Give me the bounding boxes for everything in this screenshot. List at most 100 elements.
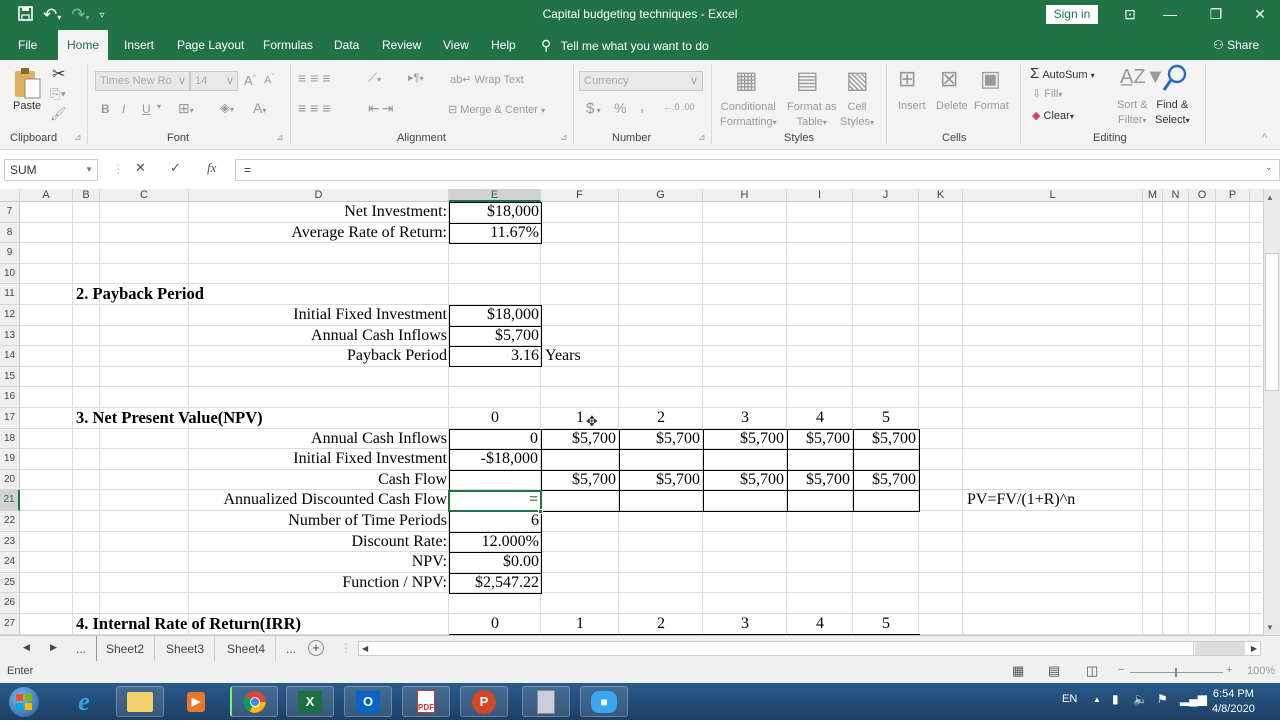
select-all-corner[interactable] <box>0 189 20 202</box>
vertical-scroll-thumb[interactable] <box>1265 253 1279 391</box>
row-header-9[interactable]: 9 <box>0 243 20 264</box>
cell-styles-button[interactable]: Cell Styles▾ <box>840 100 874 130</box>
font-color-icon[interactable]: A▾ <box>253 100 266 116</box>
italic-button[interactable]: I <box>122 102 125 116</box>
borders-icon[interactable]: ⊞▾ <box>178 100 194 117</box>
find-magnifier-icon[interactable] <box>1161 63 1189 96</box>
tab-view[interactable]: View <box>434 30 478 60</box>
cell-d13[interactable]: Annual Cash Inflows <box>189 326 449 346</box>
dialog-launcher-icon[interactable]: ⊿ <box>698 132 706 143</box>
cell-b27-heading[interactable]: 4. Internal Rate of Return(IRR) <box>74 614 303 634</box>
cell-i17-period[interactable]: 4 <box>787 408 853 428</box>
row-header-15[interactable]: 15 <box>0 366 20 388</box>
column-header-o[interactable]: O <box>1189 189 1216 202</box>
copy-icon[interactable]: ⎘▾ <box>50 86 66 102</box>
conditional-formatting-button[interactable]: Conditional Formatting▾ <box>720 100 777 130</box>
cell-d23[interactable]: Discount Rate: <box>189 532 449 552</box>
sheet-tab-sheet4[interactable]: Sheet4 <box>217 636 277 662</box>
row-header-8[interactable]: 8 <box>0 222 20 244</box>
formula-input[interactable]: = <box>235 159 1280 181</box>
calculator-icon[interactable] <box>522 686 570 717</box>
scroll-right-icon[interactable]: ▶ <box>1251 642 1257 655</box>
cell-d25[interactable]: Function / NPV: <box>189 573 449 593</box>
cell-d19[interactable]: Initial Fixed Investment <box>189 449 449 469</box>
volume-icon[interactable]: 🔈 <box>1133 692 1148 706</box>
cell-d21[interactable]: Annualized Discounted Cash Flow <box>189 490 449 510</box>
tab-file[interactable]: File <box>9 30 46 60</box>
outlook-icon[interactable]: O <box>344 686 392 717</box>
column-header-c[interactable]: C <box>100 189 189 202</box>
scroll-left-icon[interactable]: ◀ <box>362 642 368 655</box>
column-header-l[interactable]: L <box>963 189 1143 202</box>
zoom-in-button[interactable]: + <box>1226 664 1232 676</box>
fill-button[interactable]: ⇩ Fill▾ <box>1032 87 1062 100</box>
sort-filter-button[interactable]: Sort & Filter▾ <box>1117 98 1148 128</box>
increase-font-icon[interactable]: A^ <box>244 73 256 88</box>
row-header-26[interactable]: 26 <box>0 593 20 614</box>
sheet-tabs-more-left[interactable]: ... <box>66 636 98 662</box>
active-cell-e21[interactable] <box>448 490 542 512</box>
fill-handle[interactable] <box>538 509 543 514</box>
cell-d7[interactable]: Net Investment: <box>189 202 449 222</box>
scroll-down-icon[interactable]: ▼ <box>1266 623 1274 632</box>
zoom-slider[interactable] <box>1130 668 1223 677</box>
restore-button[interactable]: ❐ <box>1206 6 1226 23</box>
row-header-12[interactable]: 12 <box>0 305 20 326</box>
increase-decimal-icon[interactable]: ←.0 .00 <box>663 102 695 112</box>
row-header-18[interactable]: 18 <box>0 428 20 450</box>
row-header-11[interactable]: 11 <box>0 284 20 305</box>
sheet-tabs-more-right[interactable]: ... <box>276 636 306 662</box>
row-header-16[interactable]: 16 <box>0 387 20 408</box>
sheet-tab-sheet2[interactable]: Sheet2 <box>96 636 156 662</box>
insert-function-icon[interactable]: fx <box>207 160 216 176</box>
cell-f27-period[interactable]: 1 <box>541 614 619 634</box>
zoom-slider-thumb[interactable] <box>1175 668 1177 677</box>
cell-g27-period[interactable]: 2 <box>619 614 703 634</box>
format-cells-icon[interactable]: ▣ <box>980 66 1001 92</box>
column-header-d[interactable]: D <box>189 189 449 202</box>
cell-j27-period[interactable]: 5 <box>853 614 919 634</box>
scroll-tabs-right-icon[interactable]: ▶ <box>50 642 57 653</box>
accounting-format-button[interactable]: $ ▾ <box>586 100 601 117</box>
page-break-view-icon[interactable]: ◫ <box>1086 663 1098 679</box>
tab-home[interactable]: Home <box>58 30 109 60</box>
format-cells-button[interactable]: Format <box>974 100 1009 112</box>
column-header-n[interactable]: N <box>1163 189 1189 202</box>
merge-center-button[interactable]: ⊟ Merge & Center ▾ <box>448 103 545 116</box>
decrease-font-icon[interactable]: Aˇ <box>264 74 274 87</box>
row-header-24[interactable]: 24 <box>0 552 20 573</box>
orientation-icon[interactable]: ⟋▾ <box>368 70 381 86</box>
cell-d18[interactable]: Annual Cash Inflows <box>189 429 449 449</box>
cell-styles-icon[interactable]: ▧ <box>846 66 869 95</box>
network-signal-icon[interactable]: ▂▄▆ <box>1180 692 1207 706</box>
bold-button[interactable]: B <box>101 102 110 116</box>
media-player-icon[interactable]: ▶ <box>172 686 220 717</box>
insert-cells-icon[interactable]: ⊞ <box>898 66 916 92</box>
cell-d20[interactable]: Cash Flow <box>189 470 449 490</box>
normal-view-icon[interactable]: ▦ <box>1012 663 1024 679</box>
sign-in-button[interactable]: Sign in <box>1046 5 1098 24</box>
clock[interactable]: 6:54 PM 4/8/2020 <box>1212 687 1255 717</box>
zoom-level[interactable]: 100% <box>1247 665 1275 677</box>
cell-i27-period[interactable]: 4 <box>787 614 853 634</box>
find-select-button[interactable]: Find & Select▾ <box>1155 98 1190 128</box>
insert-cells-button[interactable]: Insert <box>898 100 926 112</box>
text-direction-icon[interactable]: ▸¶▾ <box>408 71 423 84</box>
percent-style-button[interactable]: % <box>614 100 626 116</box>
horizontal-scrollbar[interactable]: ◀ ▶ <box>358 641 1261 656</box>
row-header-22[interactable]: 22 <box>0 511 20 532</box>
video-call-icon[interactable]: ■ <box>580 686 628 717</box>
row-header-13[interactable]: 13 <box>0 325 20 347</box>
language-indicator[interactable]: EN <box>1062 693 1077 705</box>
cell-d8[interactable]: Average Rate of Return: <box>189 223 449 243</box>
column-header-k[interactable]: K <box>919 189 963 202</box>
share-button[interactable]: ⚇ Share <box>1204 30 1268 60</box>
start-button[interactable] <box>4 686 44 717</box>
tab-formulas[interactable]: Formulas <box>254 30 322 60</box>
cell-e27-period[interactable]: 0 <box>449 614 541 634</box>
tab-data[interactable]: Data <box>325 30 368 60</box>
horizontal-scroll-thumb[interactable] <box>369 642 1194 655</box>
fill-color-icon[interactable]: ◈▾ <box>220 100 234 116</box>
internet-explorer-icon[interactable]: e <box>60 686 108 717</box>
scroll-tabs-left-icon[interactable]: ◀ <box>23 642 30 653</box>
